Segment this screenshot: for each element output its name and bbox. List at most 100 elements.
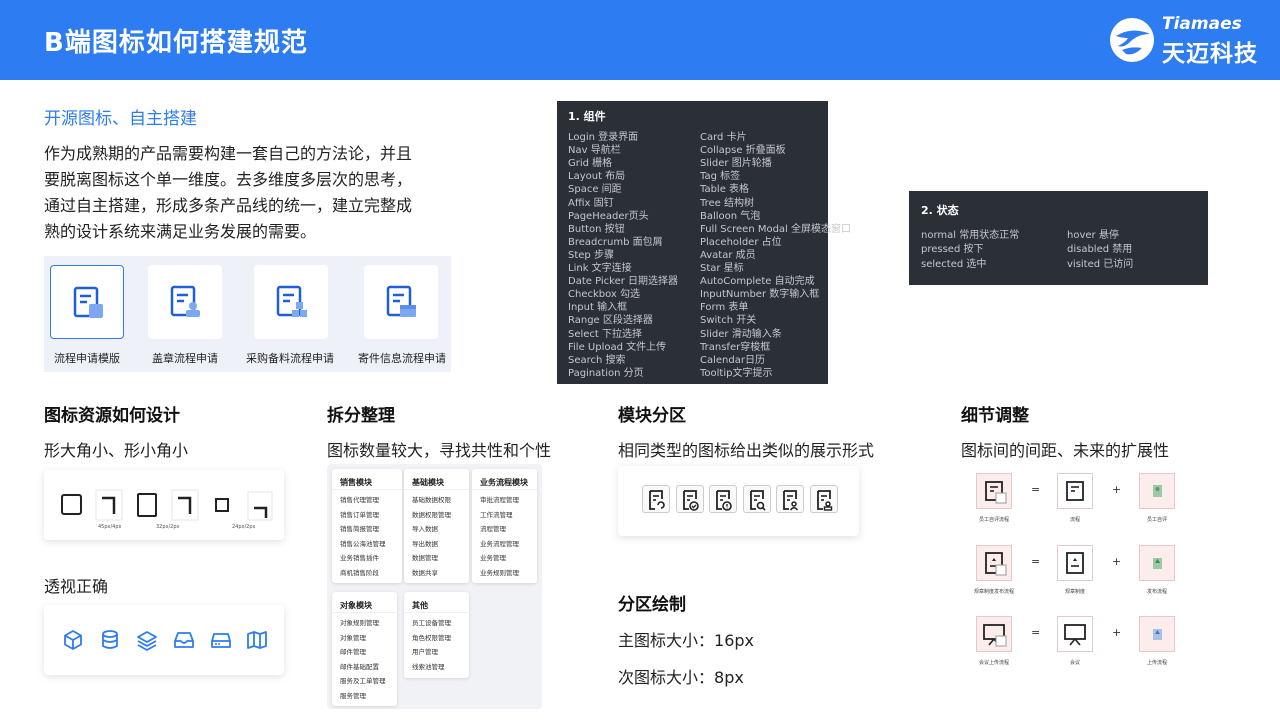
icon-card-template[interactable] — [50, 265, 124, 339]
module-item: 销售简报管理 — [340, 525, 379, 534]
detail-sub-icon — [1139, 616, 1175, 652]
module-item: 用户管理 — [412, 648, 438, 657]
plus-sign: + — [1112, 626, 1122, 639]
layers-icon — [137, 631, 157, 651]
logo-text-en: Tiamaes — [1162, 14, 1242, 34]
draw-title: 分区绘制 — [618, 595, 686, 615]
module-item: 邮件基础配置 — [340, 662, 379, 671]
state-item: hover 悬停 — [1067, 230, 1119, 241]
module-item: 数据共享 — [412, 569, 438, 577]
tiamaes-logo-icon — [1110, 18, 1154, 62]
module-title: 销售模块 — [340, 478, 372, 487]
states-panel: 2. 状态 normal 常用状态正常 pressed 按下 selected … — [909, 191, 1208, 285]
doc-search-icon — [742, 485, 771, 513]
inbox-icon — [174, 632, 194, 648]
detail-sub-icon — [1139, 545, 1175, 581]
icon-card-label: 寄件信息流程申请 — [358, 352, 446, 365]
doc-refresh-icon — [642, 485, 670, 513]
sub-size-value: 8px — [714, 668, 744, 687]
doc-icons-card — [618, 466, 859, 536]
sub-size-label: 次图标大小： — [618, 668, 715, 687]
intro-line: 作为成熟期的产品需要构建一套自己的方法论，并且 — [44, 144, 413, 163]
document-box-icon — [386, 285, 416, 317]
module-item: 工作流管理 — [480, 510, 513, 519]
page-title: B端图标如何搭建规范 — [44, 28, 308, 58]
module-item: 销售代理管理 — [340, 496, 379, 504]
detail-label: 员工自评 — [1146, 517, 1167, 523]
corner-label: 45px/4px — [98, 524, 122, 530]
module-title: 对象模块 — [340, 601, 372, 610]
detail-label: 会议 — [1069, 660, 1080, 666]
detail-combined-icon — [976, 616, 1012, 652]
detail-main-icon — [1057, 616, 1093, 652]
database-icon — [102, 630, 118, 649]
document-stamp-icon — [170, 285, 200, 317]
icon-card-label: 采购备料流程申请 — [246, 352, 334, 365]
components-panel: 1. 组件 Login 登录界面 Nav 导航栏 Grid 栅格 Layout 布局 S… — [557, 101, 851, 384]
icon-card-stamp[interactable] — [148, 265, 222, 339]
perspective-title: 透视正确 — [44, 577, 109, 596]
equals-sign: = — [1031, 483, 1041, 496]
detail-main-icon — [1057, 473, 1093, 509]
module-card: 销售模块 销售代理管理 销售订单管理 销售简报管理 销售公海池管理 业务销售插件 商机销售阶… — [332, 469, 402, 583]
module-item: 角色权限管理 — [412, 633, 451, 642]
module-divider — [332, 489, 402, 490]
modules-board: 销售模块 销售代理管理 销售订单管理 销售简报管理 销售公海池管理 业务销售插件 商机销售阶… — [327, 464, 542, 709]
corner-label: 32px/2px — [156, 524, 180, 530]
module-divider — [332, 612, 397, 613]
module-item: 数据权限管理 — [412, 510, 451, 519]
perspective-card — [44, 605, 284, 675]
module-item: 导出数据 — [412, 539, 438, 548]
intro-line: 熟的设计系统来满足业务发展的需要。 — [44, 222, 317, 241]
detail-label: 规章制度 — [1064, 589, 1085, 595]
detail-label: 发布流程 — [1146, 589, 1167, 595]
module-item: 业务流程管理 — [480, 539, 519, 548]
module-divider — [472, 489, 537, 490]
doc-user-icon — [776, 485, 804, 513]
module-card: 其他 员工设备管理 角色权限管理 用户管理 线索池管理 — [404, 592, 469, 678]
state-item: pressed 按下 — [921, 244, 984, 255]
module-item: 员工设备管理 — [412, 619, 451, 627]
module-item: 导入数据 — [412, 525, 438, 534]
icon-card-purchase[interactable] — [254, 265, 328, 339]
module-card: 对象模块 对象规则管理 对象管理 邮件管理 邮件基础配置 服务及工单管理 服务管理 — [332, 592, 397, 706]
main-size-row: 主图标大小：16px — [618, 627, 754, 651]
cube-icon — [64, 630, 82, 650]
icon-card-label: 盖章流程申请 — [152, 352, 218, 365]
doc-check-icon — [675, 485, 704, 513]
module-item: 数据管理 — [412, 554, 438, 563]
components-heading: 1. 组件 — [568, 110, 606, 123]
intro-line: 要脱离图标这个单一维度。去多维度多层次的思考， — [44, 170, 413, 189]
intro-line: 通过自主搭建，形成多条产品线的统一，建立完整成 — [44, 196, 413, 215]
sub-size-row: 次图标大小：8px — [618, 664, 744, 688]
doc-alert-icon — [709, 485, 737, 513]
module-card: 基础模块 基础数据权限 数据权限管理 导入数据 导出数据 数据管理 数据共享 — [404, 469, 469, 583]
icon-card-mail[interactable] — [364, 265, 438, 339]
module-item: 流程管理 — [480, 525, 506, 534]
col4-subtitle: 图标间的间距、未来的扩展性 — [961, 441, 1170, 460]
module-item: 销售订单管理 — [340, 510, 379, 519]
col1-subtitle: 形大角小、形小角小 — [44, 441, 189, 460]
detail-label: 规章制度发布流程 — [973, 589, 1014, 595]
col3-title: 模块分区 — [618, 406, 686, 426]
module-divider — [404, 612, 469, 613]
main-size-value: 16px — [714, 631, 754, 650]
states-heading: 2. 状态 — [921, 204, 959, 217]
brand-logo: Tiamaes 天迈科技 — [1108, 14, 1268, 70]
plus-sign: + — [1112, 483, 1122, 496]
col4-title: 细节调整 — [961, 406, 1029, 426]
document-cubes-icon — [276, 285, 307, 317]
module-item: 服务管理 — [340, 692, 366, 700]
detail-main-icon — [1057, 545, 1093, 581]
intro-paragraph: 作为成熟期的产品需要构建一套自己的方法论，并且 要脱离图标这个单一维度。去多维度… — [44, 141, 454, 245]
map-icon — [247, 631, 267, 649]
module-item: 对象规则管理 — [340, 619, 379, 627]
state-item: visited 已访问 — [1067, 259, 1134, 270]
module-item: 服务及工单管理 — [340, 677, 386, 686]
state-item: selected 选中 — [921, 259, 987, 270]
detail-label: 流程 — [1069, 517, 1080, 523]
col1-title: 图标资源如何设计 — [44, 406, 180, 426]
detail-combined-icon — [976, 473, 1012, 509]
col2-subtitle: 图标数量较大，寻找共性和个性 — [327, 441, 552, 460]
icon-card-label: 流程申请模版 — [54, 352, 120, 365]
